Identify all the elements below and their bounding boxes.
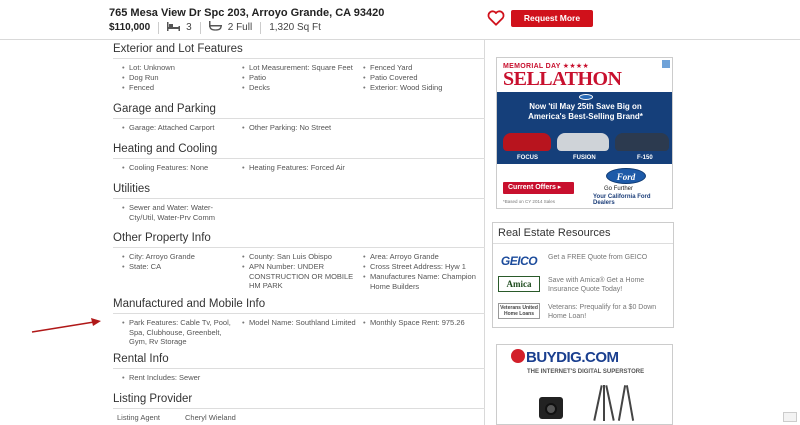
list-item: Rent Includes: Sewer: [122, 373, 237, 383]
bath-icon: [208, 21, 222, 34]
list-item: County: San Luis Obispo: [242, 252, 357, 262]
resource-amica[interactable]: Amica Save with Amica® Get a Home Insura…: [498, 276, 668, 294]
truck-f150-icon: [615, 133, 669, 151]
list-item: Area: Arroyo Grande: [363, 252, 483, 262]
buydig-logo: BUYDIG.COM: [511, 349, 619, 366]
ford-ad[interactable]: MEMORIAL DAY ★★★★ SELLATHON Now 'til May…: [496, 57, 673, 209]
list-item: Manufactures Name: Champion Home Builder…: [363, 272, 483, 291]
section-title: Other Property Info: [113, 232, 485, 248]
resource-text[interactable]: Veterans: Prequalify for a $0 Down Home …: [548, 303, 666, 321]
ad-footnote: *Based on CY 2014 Sales: [503, 199, 555, 204]
section-manufactured: Manufactured and Mobile Info Park Featur…: [113, 298, 485, 350]
list-item: Park Features: Cable Tv, Pool, Spa, Club…: [122, 318, 237, 347]
ford-mini-logo-icon: [579, 94, 593, 100]
car-label: FOCUS: [517, 155, 538, 161]
section-other-property: Other Property Info City: Arroyo Grande …: [113, 232, 485, 292]
car-label: FUSION: [573, 155, 596, 161]
list-item: Lot: Unknown: [122, 63, 237, 73]
section-title: Exterior and Lot Features: [113, 43, 485, 59]
divider: [199, 21, 201, 34]
section-rental: Rental Info Rent Includes: Sewer: [113, 353, 485, 385]
bed-icon: [167, 21, 181, 34]
resources-title: Real Estate Resources: [493, 223, 673, 244]
request-details-button[interactable]: Request More Details: [511, 10, 593, 40]
list-item: APN Number: UNDER CONSTRUCTION OR MOBILE…: [242, 262, 357, 291]
listing-price: $110,000: [109, 22, 151, 33]
section-title: Utilities: [113, 183, 485, 199]
listing-agent-row: Listing Agent Cheryl Wieland: [113, 413, 485, 422]
list-item: Heating Features: Forced Air: [242, 163, 357, 173]
listing-agent-label: Listing Agent: [117, 413, 160, 422]
ford-logo-icon: Ford: [606, 168, 646, 184]
list-item: Patio: [242, 73, 357, 83]
car-label: F-150: [637, 155, 653, 161]
list-item: Garage: Attached Carport: [122, 123, 237, 133]
resource-geico[interactable]: GEICO Get a FREE Quote from GEICO: [498, 253, 668, 269]
list-item: Fenced: [122, 83, 237, 93]
tripod-leg-icon: [625, 385, 635, 421]
buydig-brand: BUYDIG.COM: [526, 349, 619, 366]
list-item: City: Arroyo Grande: [122, 252, 237, 262]
listing-beds: 3: [186, 22, 192, 33]
list-item: Fenced Yard: [363, 63, 483, 73]
resize-handle-icon[interactable]: [783, 412, 797, 422]
tripod-leg-icon: [593, 385, 603, 421]
listing-header: 765 Mesa View Dr Spc 203, Arroyo Grande,…: [0, 0, 800, 40]
ad-body: Now 'til May 25th Save Big on America's …: [528, 102, 643, 121]
listing-address: 765 Mesa View Dr Spc 203, Arroyo Grande,…: [109, 7, 385, 19]
resource-text[interactable]: Get a FREE Quote from GEICO: [548, 253, 666, 262]
section-title: Garage and Parking: [113, 103, 485, 119]
section-listing-provider: Listing Provider Listing Agent Cheryl Wi…: [113, 393, 485, 422]
tripod-leg-icon: [605, 385, 615, 421]
list-item: Cross Street Address: Hyw 1: [363, 262, 483, 272]
list-item: Monthly Space Rent: 975.26: [363, 318, 483, 328]
car-fusion-icon: [557, 133, 609, 151]
veterans-united-logo-icon: Veterans United Home Loans: [498, 303, 540, 319]
listing-sqft: 1,320 Sq Ft: [269, 22, 321, 33]
tripod-leg-icon: [603, 385, 605, 421]
listing-agent-name: Cheryl Wieland: [185, 413, 236, 422]
section-title: Manufactured and Mobile Info: [113, 298, 485, 314]
ad-dealers: Your California Ford Dealers: [593, 194, 651, 206]
ad-choices-icon[interactable]: [662, 60, 670, 68]
camera-lens-icon: [545, 403, 557, 415]
divider: [158, 21, 160, 34]
buydig-tagline: THE INTERNET'S DIGITAL SUPERSTORE: [527, 369, 645, 375]
section-heating: Heating and Cooling Cooling Features: No…: [113, 143, 485, 175]
property-details: Exterior and Lot Features Lot: Unknown D…: [109, 40, 485, 425]
current-offers-button[interactable]: Current Offers ▸: [503, 182, 574, 194]
list-item: Dog Run: [122, 73, 237, 83]
resource-veterans[interactable]: Veterans United Home Loans Veterans: Pre…: [498, 303, 668, 321]
tripod-leg-icon: [617, 385, 627, 421]
listing-baths: 2 Full: [227, 22, 253, 33]
list-item: Model Name: Southland Limited: [242, 318, 357, 328]
section-title: Listing Provider: [113, 393, 485, 409]
list-item: Lot Measurement: Square Feet: [242, 63, 357, 73]
list-item: Patio Covered: [363, 73, 483, 83]
car-focus-icon: [503, 133, 551, 151]
list-item: State: CA: [122, 262, 237, 272]
section-exterior: Exterior and Lot Features Lot: Unknown D…: [113, 43, 485, 95]
ad-tagline: Go Further: [604, 186, 634, 192]
section-title: Heating and Cooling: [113, 143, 485, 159]
heart-icon[interactable]: [487, 9, 505, 27]
section-title: Rental Info: [113, 353, 485, 369]
list-item: Exterior: Wood Siding: [363, 83, 483, 93]
buydig-ad[interactable]: BUYDIG.COM THE INTERNET'S DIGITAL SUPERS…: [496, 344, 673, 425]
ad-headline: SELLATHON: [503, 68, 622, 90]
section-garage: Garage and Parking Garage: Attached Carp…: [113, 103, 485, 135]
list-item: Cooling Features: None: [122, 163, 237, 173]
buydig-circle-icon: [511, 349, 525, 363]
divider: [260, 21, 262, 34]
list-item: Decks: [242, 83, 357, 93]
list-item: Other Parking: No Street: [242, 123, 357, 133]
listing-meta: $110,000 3 2 Full 1,320 Sq Ft: [109, 21, 321, 34]
amica-logo-icon: Amica: [498, 276, 540, 292]
list-item: Sewer and Water: Water-Cty/Util, Water-P…: [122, 203, 237, 222]
resource-text[interactable]: Save with Amica® Get a Home Insurance Qu…: [548, 276, 666, 294]
geico-logo-icon: GEICO: [500, 254, 538, 268]
section-utilities: Utilities Sewer and Water: Water-Cty/Uti…: [113, 183, 485, 225]
real-estate-resources: Real Estate Resources GEICO Get a FREE Q…: [492, 222, 674, 328]
